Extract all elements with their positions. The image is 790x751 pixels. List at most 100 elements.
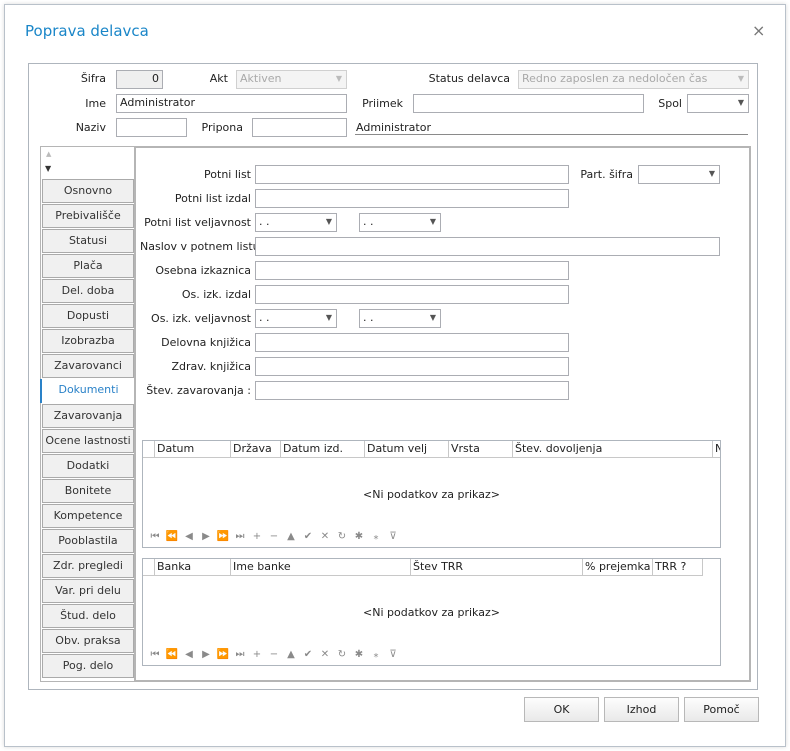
sifra-field[interactable]: 0 xyxy=(116,70,163,89)
tab-17[interactable]: Štud. delo xyxy=(42,604,134,628)
potni-list-field[interactable] xyxy=(255,165,569,184)
chevron-down-icon: ▼ xyxy=(325,313,332,322)
last-icon[interactable]: ⏭ xyxy=(232,649,248,660)
osebna-field[interactable] xyxy=(255,261,569,280)
akt-select[interactable]: Aktiven ▼ xyxy=(236,70,347,89)
funnel-icon[interactable]: ⊽ xyxy=(385,531,401,542)
clear-filter-icon[interactable]: ⁎ xyxy=(368,531,384,542)
column-header[interactable]: Štev. dovoljenja xyxy=(513,441,713,457)
last-icon[interactable]: ⏭ xyxy=(232,531,248,542)
status-select[interactable]: Redno zaposlen za nedoločen čas ▼ xyxy=(518,70,749,89)
delovna-field[interactable] xyxy=(255,333,569,352)
potni-list-od-date[interactable]: . . ▼ xyxy=(255,213,337,232)
tab-9[interactable]: Zavarovanja xyxy=(42,404,134,428)
os-izk-do-date[interactable]: . . ▼ xyxy=(359,309,441,328)
up-icon[interactable]: ▲ xyxy=(283,649,299,660)
grid-header: Banka Ime banke Štev TRR % prejemka TRR … xyxy=(143,559,703,576)
next-icon[interactable]: ▶ xyxy=(198,649,214,660)
funnel-icon[interactable]: ⊽ xyxy=(385,649,401,660)
tab-2[interactable]: Statusi xyxy=(42,229,134,253)
tab-12[interactable]: Bonitete xyxy=(42,479,134,503)
column-header[interactable]: Država xyxy=(231,441,281,457)
refresh-icon[interactable]: ↻ xyxy=(334,531,350,542)
tab-4[interactable]: Del. doba xyxy=(42,279,134,303)
scroll-down-icon[interactable]: ▼ xyxy=(45,164,51,173)
tab-3[interactable]: Plača xyxy=(42,254,134,278)
prev-icon[interactable]: ◀ xyxy=(181,531,197,542)
prev-page-icon[interactable]: ⏪ xyxy=(164,649,180,660)
osebna-label: Osebna izkaznica xyxy=(155,264,251,277)
tab-13[interactable]: Kompetence xyxy=(42,504,134,528)
first-icon[interactable]: ⏮ xyxy=(147,649,163,660)
confirm-icon[interactable]: ✔ xyxy=(300,649,316,660)
column-header[interactable]: % prejemka xyxy=(583,559,653,575)
next-icon[interactable]: ▶ xyxy=(198,531,214,542)
izhod-button[interactable]: Izhod xyxy=(604,697,679,722)
column-header[interactable]: Štev TRR xyxy=(411,559,583,575)
cancel-icon[interactable]: ✕ xyxy=(317,531,333,542)
tab-7[interactable]: Zavarovanci xyxy=(42,354,134,378)
potni-list-veljavnost-label: Potni list veljavnost xyxy=(144,216,251,229)
column-header[interactable]: N xyxy=(713,441,720,457)
confirm-icon[interactable]: ✔ xyxy=(300,531,316,542)
delete-icon[interactable]: − xyxy=(266,649,282,660)
divider xyxy=(355,134,748,135)
column-header[interactable]: Datum velj xyxy=(365,441,449,457)
prev-page-icon[interactable]: ⏪ xyxy=(164,531,180,542)
grid-header: Datum Država Datum izd. Datum velj Vrsta… xyxy=(143,441,720,458)
filter-icon[interactable]: ✱ xyxy=(351,649,367,660)
scroll-up-icon[interactable]: ▲ xyxy=(46,150,51,158)
filter-icon[interactable]: ✱ xyxy=(351,531,367,542)
naziv-field[interactable] xyxy=(116,118,187,137)
zdrav-field[interactable] xyxy=(255,357,569,376)
tab-14[interactable]: Pooblastila xyxy=(42,529,134,553)
tab-6[interactable]: Izobrazba xyxy=(42,329,134,353)
ok-button[interactable]: OK xyxy=(524,697,599,722)
add-icon[interactable]: + xyxy=(249,531,265,542)
tab-11[interactable]: Dodatki xyxy=(42,454,134,478)
priimek-field[interactable] xyxy=(413,94,644,113)
os-izk-od-date[interactable]: . . ▼ xyxy=(255,309,337,328)
refresh-icon[interactable]: ↻ xyxy=(334,649,350,660)
potni-list-izdal-field[interactable] xyxy=(255,189,569,208)
part-sifra-select[interactable]: ▼ xyxy=(638,165,720,184)
column-header[interactable]: Vrsta xyxy=(449,441,513,457)
chevron-down-icon: ▼ xyxy=(325,217,332,226)
pripona-field[interactable] xyxy=(252,118,347,137)
add-icon[interactable]: + xyxy=(249,649,265,660)
column-header[interactable]: TRR ? xyxy=(653,559,703,575)
tab-19[interactable]: Pog. delo xyxy=(42,654,134,678)
column-header[interactable]: Datum izd. xyxy=(281,441,365,457)
prev-icon[interactable]: ◀ xyxy=(181,649,197,660)
os-izk-izdal-field[interactable] xyxy=(255,285,569,304)
pomoc-button[interactable]: Pomoč xyxy=(684,697,759,722)
tab-1[interactable]: Prebivališče xyxy=(42,204,134,228)
tab-15[interactable]: Zdr. pregledi xyxy=(42,554,134,578)
tab-16[interactable]: Var. pri delu xyxy=(42,579,134,603)
column-header[interactable]: Banka xyxy=(155,559,231,575)
stev-zav-label: Štev. zavarovanja : xyxy=(146,384,251,397)
spol-select[interactable]: ▼ xyxy=(687,94,749,113)
grid-navigator: ⏮ ⏪ ◀ ▶ ⏩ ⏭ + − ▲ ✔ ✕ ↻ ✱ ⁎ ⊽ xyxy=(147,649,401,660)
first-icon[interactable]: ⏮ xyxy=(147,531,163,542)
delete-icon[interactable]: − xyxy=(266,531,282,542)
tab-8[interactable]: Dokumenti xyxy=(40,379,135,403)
potni-list-do-date[interactable]: . . ▼ xyxy=(359,213,441,232)
tab-5[interactable]: Dopusti xyxy=(42,304,134,328)
ime-field[interactable]: Administrator xyxy=(116,94,347,113)
tab-0[interactable]: Osnovno xyxy=(42,179,134,203)
clear-filter-icon[interactable]: ⁎ xyxy=(368,649,384,660)
column-header[interactable]: Datum xyxy=(155,441,231,457)
column-header[interactable]: Ime banke xyxy=(231,559,411,575)
ime-label: Ime xyxy=(85,97,106,110)
tab-18[interactable]: Obv. praksa xyxy=(42,629,134,653)
tab-10[interactable]: Ocene lastnosti xyxy=(42,429,134,453)
naziv-label: Naziv xyxy=(75,121,106,134)
naslov-field[interactable] xyxy=(255,237,720,256)
next-page-icon[interactable]: ⏩ xyxy=(215,649,231,660)
stev-zav-field[interactable] xyxy=(255,381,569,400)
up-icon[interactable]: ▲ xyxy=(283,531,299,542)
close-icon[interactable]: × xyxy=(752,21,765,40)
next-page-icon[interactable]: ⏩ xyxy=(215,531,231,542)
cancel-icon[interactable]: ✕ xyxy=(317,649,333,660)
